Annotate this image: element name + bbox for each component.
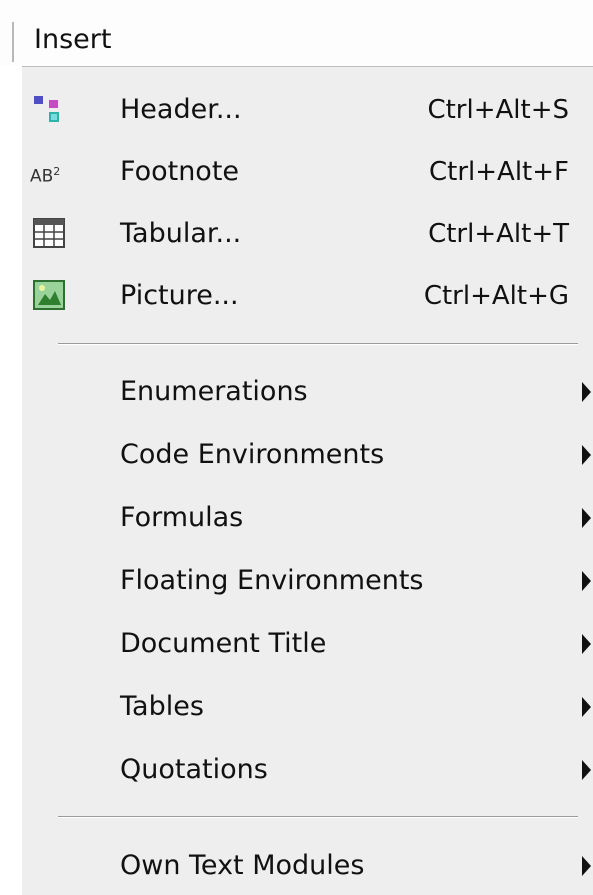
menu-separator: [58, 343, 578, 345]
menu-item-label: Enumerations: [120, 376, 308, 407]
menu-item-footnote[interactable]: AB2 Footnote Ctrl+Alt+F: [22, 141, 593, 203]
menu-item-label: Own Text Modules: [120, 850, 365, 881]
shortcut-label: Ctrl+Alt+S: [427, 95, 569, 125]
menu-item-label: Code Environments: [120, 439, 385, 470]
menu-item-label: Picture...: [120, 280, 239, 311]
menu-separator: [58, 816, 578, 818]
menu-item-label: Formulas: [120, 502, 244, 533]
shortcut-label: Ctrl+Alt+F: [429, 157, 569, 187]
menu-item-label: Document Title: [120, 628, 327, 659]
menu-item-label: Quotations: [120, 754, 268, 785]
submenu-arrow-icon: [582, 382, 591, 402]
submenu-quotations[interactable]: Quotations: [22, 739, 593, 801]
insert-dropdown-menu: Header... Ctrl+Alt+S AB2 Footnote Ctrl+A…: [22, 66, 593, 895]
submenu-arrow-icon: [582, 856, 591, 876]
menu-item-label: Tables: [120, 691, 204, 722]
submenu-arrow-icon: [582, 760, 591, 780]
menu-bar: Insert: [0, 0, 593, 66]
menubar-separator: [12, 22, 14, 62]
submenu-tables[interactable]: Tables: [22, 676, 593, 738]
submenu-arrow-icon: [582, 508, 591, 528]
shortcut-label: Ctrl+Alt+G: [423, 281, 569, 311]
menu-item-label: Header...: [120, 94, 242, 125]
submenu-arrow-icon: [582, 571, 591, 591]
footnote-icon: AB2: [30, 165, 61, 187]
menu-item-label: Footnote: [120, 156, 240, 187]
submenu-arrow-icon: [582, 634, 591, 654]
insert-menu-title[interactable]: Insert: [34, 16, 111, 64]
picture-icon: [30, 278, 70, 314]
menu-item-tabular[interactable]: Tabular... Ctrl+Alt+T: [22, 203, 593, 265]
header-icon: [30, 92, 70, 128]
submenu-arrow-icon: [582, 445, 591, 465]
submenu-enumerations[interactable]: Enumerations: [22, 361, 593, 423]
menu-item-header[interactable]: Header... Ctrl+Alt+S: [22, 79, 593, 141]
submenu-code-environments[interactable]: Code Environments: [22, 424, 593, 486]
submenu-own-text-modules[interactable]: Own Text Modules: [22, 835, 593, 895]
menu-item-label: Floating Environments: [120, 565, 424, 596]
menu-item-picture[interactable]: Picture... Ctrl+Alt+G: [22, 265, 593, 327]
submenu-floating-environments[interactable]: Floating Environments: [22, 550, 593, 612]
tabular-icon: [30, 216, 70, 252]
menu-item-label: Tabular...: [120, 218, 242, 249]
submenu-arrow-icon: [582, 697, 591, 717]
submenu-document-title[interactable]: Document Title: [22, 613, 593, 675]
submenu-formulas[interactable]: Formulas: [22, 487, 593, 549]
shortcut-label: Ctrl+Alt+T: [428, 219, 569, 249]
